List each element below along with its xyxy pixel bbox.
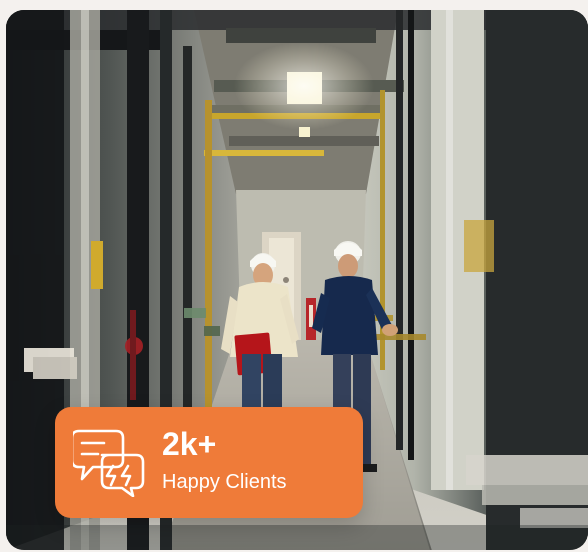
chat-bubbles-icon — [73, 429, 145, 497]
hero-photo-frame: 2k+ Happy Clients — [6, 10, 588, 550]
happy-clients-label: Happy Clients — [162, 471, 287, 493]
happy-clients-stat-card: 2k+ Happy Clients — [55, 407, 363, 518]
happy-clients-count: 2k+ — [162, 426, 217, 462]
